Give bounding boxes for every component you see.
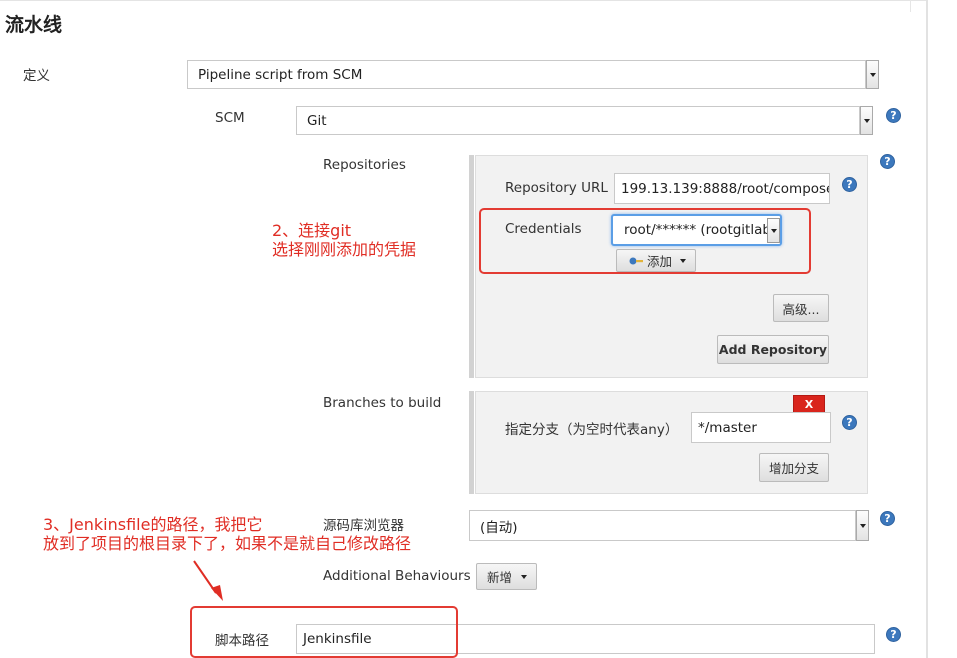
annotation-note-2-line-1: 3、Jenkinsfile的路径，我把它 xyxy=(43,515,263,534)
advanced-button[interactable]: 高级... xyxy=(773,294,829,322)
repository-url-help-icon[interactable]: ? xyxy=(842,177,857,192)
credentials-highlight-box xyxy=(479,208,811,274)
definition-select-value[interactable]: Pipeline script from SCM xyxy=(187,60,866,89)
chevron-down-icon[interactable] xyxy=(860,106,873,135)
script-path-help-icon[interactable]: ? xyxy=(886,627,901,642)
branch-specifier-label: 指定分支（为空时代表any） xyxy=(505,422,679,438)
add-behaviour-button[interactable]: 新增 xyxy=(476,563,537,590)
branches-label: Branches to build xyxy=(323,395,442,411)
repository-url-input[interactable]: 199.13.139:8888/root/compose-w xyxy=(614,173,830,204)
branches-panel-bar xyxy=(469,391,474,494)
section-title: 流水线 xyxy=(5,14,63,36)
repository-url-label: Repository URL xyxy=(505,180,608,196)
add-repository-button[interactable]: Add Repository xyxy=(717,335,829,364)
repositories-help-icon[interactable]: ? xyxy=(880,154,895,169)
annotation-note-1-line-1: 2、连接git xyxy=(272,221,352,240)
add-behaviour-label: 新增 xyxy=(487,570,513,585)
repositories-label: Repositories xyxy=(323,157,406,173)
annotation-note-1-line-2: 选择刚刚添加的凭据 xyxy=(272,240,417,259)
additional-behaviours-label: Additional Behaviours xyxy=(323,568,471,584)
add-branch-button[interactable]: 增加分支 xyxy=(759,453,829,482)
repository-browser-value[interactable]: (自动) xyxy=(469,510,856,541)
chevron-down-icon xyxy=(521,574,528,579)
scm-help-icon[interactable]: ? xyxy=(886,108,901,123)
repository-browser-help-icon[interactable]: ? xyxy=(880,511,895,526)
script-path-highlight-box xyxy=(190,606,458,658)
right-divider xyxy=(910,0,911,12)
annotation-note-2-line-2: 放到了项目的根目录下了，如果不是就自己修改路径 xyxy=(43,534,412,553)
top-divider xyxy=(0,0,926,1)
chevron-down-icon[interactable] xyxy=(866,60,879,89)
branch-specifier-input[interactable]: */master xyxy=(691,412,831,443)
scm-label: SCM xyxy=(215,110,245,126)
chevron-down-icon[interactable] xyxy=(856,510,869,541)
annotation-arrow-icon xyxy=(193,560,223,601)
branch-specifier-help-icon[interactable]: ? xyxy=(842,415,857,430)
right-scroll-edge xyxy=(926,0,928,658)
repositories-panel-bar xyxy=(469,155,474,378)
definition-label: 定义 xyxy=(23,68,50,84)
scm-select-value[interactable]: Git xyxy=(296,106,860,135)
repository-browser-label: 源码库浏览器 xyxy=(323,518,404,534)
